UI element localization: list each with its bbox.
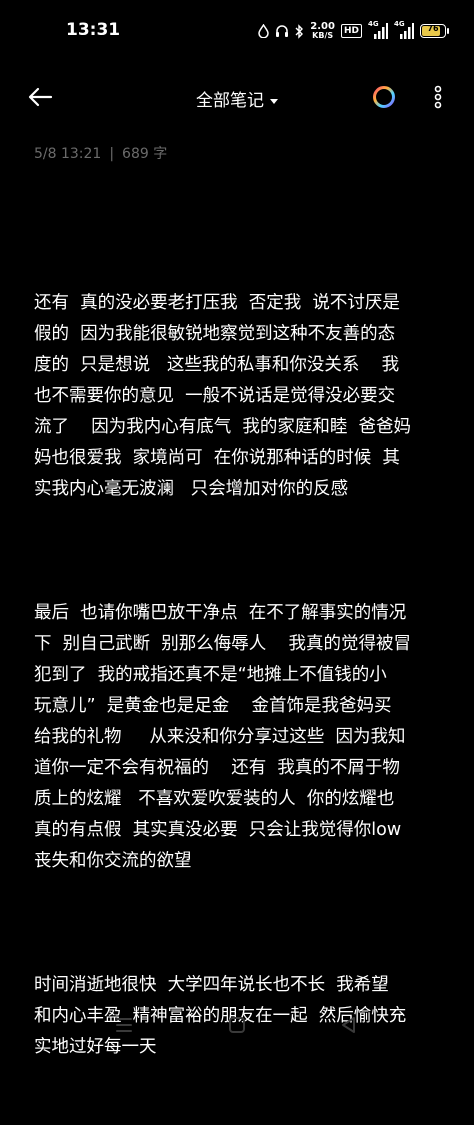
more-options-button[interactable] xyxy=(430,84,446,110)
vertical-dots-icon xyxy=(434,85,442,109)
home-button[interactable] xyxy=(226,1014,248,1036)
square-home-icon xyxy=(229,1017,245,1033)
folder-selector[interactable]: 全部笔记 xyxy=(0,86,474,111)
folder-title: 全部笔记 xyxy=(196,91,264,111)
net-speed-unit: KB/S xyxy=(312,31,334,40)
note-body[interactable]: 还有 真的没必要老打压我 否定我 说不讨厌是 假的 因为我能很敏锐地察觉到这种不… xyxy=(34,226,444,1125)
color-ring-icon xyxy=(373,86,395,108)
bluetooth-icon xyxy=(295,23,304,39)
signal-1-label: 4G xyxy=(368,20,379,28)
system-nav-bar xyxy=(0,1008,474,1042)
note-paragraph: 还有 真的没必要老打压我 否定我 说不讨厌是 假的 因为我能很敏锐地察觉到这种不… xyxy=(34,293,412,499)
signal-strength-2: 4G xyxy=(394,20,414,40)
note-toolbar: 全部笔记 xyxy=(0,78,474,116)
net-speed-value: 2.00 xyxy=(310,21,335,32)
note-word-count: 689 字 xyxy=(122,146,168,162)
system-back-button[interactable] xyxy=(338,1014,360,1036)
color-theme-button[interactable] xyxy=(371,84,397,110)
signal-strength-1: 4G xyxy=(368,20,388,40)
battery-level: 76 xyxy=(427,24,439,33)
triangle-back-icon xyxy=(342,1017,355,1033)
note-paragraph: 最后 也请你嘴巴放干净点 在不了解事实的情况 下 别自己武断 别那么侮辱人 我真… xyxy=(34,603,412,871)
headphones-icon xyxy=(276,25,289,37)
chevron-down-icon xyxy=(270,98,278,104)
note-meta: 5/8 13:21 | 689 字 xyxy=(34,143,167,163)
signal-2-label: 4G xyxy=(394,20,405,28)
status-time: 13:31 xyxy=(66,20,121,40)
recent-apps-button[interactable] xyxy=(113,1014,135,1036)
meta-separator: | xyxy=(109,146,115,162)
menu-lines-icon xyxy=(116,1018,132,1032)
battery-indicator: 76 xyxy=(420,24,449,38)
note-datetime: 5/8 13:21 xyxy=(34,146,102,162)
hd-badge: HD xyxy=(340,24,362,38)
net-speed-indicator: 2.00 KB/S xyxy=(310,21,335,41)
status-bar: 13:31 2.00 KB/S HD 4G 4G 76 xyxy=(0,0,474,62)
status-icons: 2.00 KB/S HD 4G 4G 76 xyxy=(258,19,449,43)
water-drop-icon xyxy=(258,24,270,38)
